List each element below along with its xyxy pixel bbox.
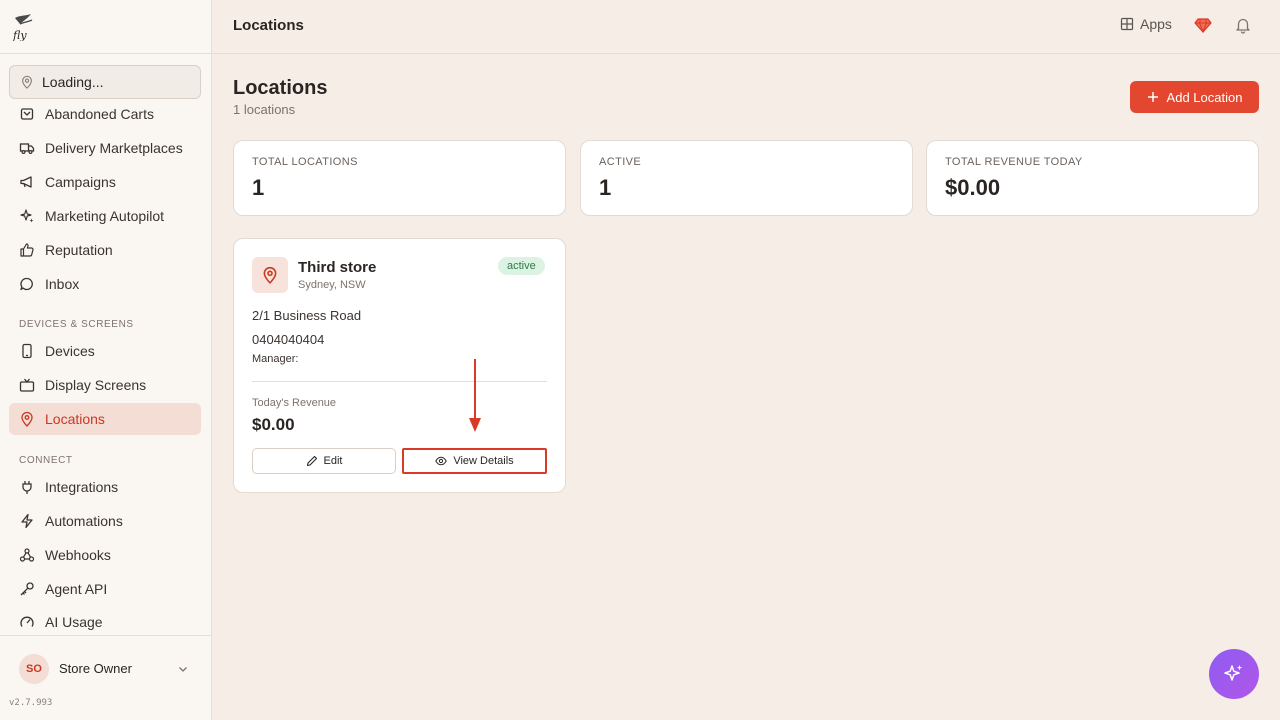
app-version: v2.7.993 bbox=[9, 698, 53, 708]
stat-value: 1 bbox=[252, 175, 265, 200]
page-title: Locations bbox=[233, 77, 328, 99]
sidebar-item-label: Delivery Marketplaces bbox=[45, 140, 183, 156]
sidebar-item-label: Devices bbox=[45, 343, 95, 359]
page-header-title: Locations bbox=[233, 17, 304, 34]
sidebar-item-label: Inbox bbox=[45, 276, 80, 292]
stat-card-total-locations: TOTAL LOCATIONS 1 bbox=[233, 140, 566, 216]
sidebar-item-agent-api[interactable]: Agent API bbox=[9, 573, 201, 605]
stat-label: TOTAL LOCATIONS bbox=[252, 156, 358, 168]
gauge-icon bbox=[20, 616, 34, 627]
avatar: SO bbox=[19, 654, 49, 684]
stat-card-total-revenue: TOTAL REVENUE TODAY $0.00 bbox=[926, 140, 1259, 216]
location-selector[interactable]: Loading... bbox=[9, 65, 201, 99]
map-pin-icon bbox=[22, 75, 32, 89]
eye-icon bbox=[435, 456, 448, 466]
stat-label: TOTAL REVENUE TODAY bbox=[945, 156, 1083, 168]
edit-label: Edit bbox=[323, 455, 343, 467]
sidebar-item-campaigns[interactable]: Campaigns bbox=[9, 166, 201, 198]
grid-icon bbox=[1120, 17, 1134, 31]
bolt-icon bbox=[21, 513, 33, 529]
store-phone: 0404040404 bbox=[252, 332, 325, 347]
sidebar-item-delivery-marketplaces[interactable]: Delivery Marketplaces bbox=[9, 132, 201, 164]
user-menu[interactable]: SO Store Owner v2.7.993 bbox=[0, 635, 211, 720]
ai-assistant-button[interactable] bbox=[1209, 649, 1259, 699]
sidebar-item-automations[interactable]: Automations bbox=[9, 505, 201, 537]
sidebar-item-integrations[interactable]: Integrations bbox=[9, 471, 201, 503]
sidebar-item-label: Abandoned Carts bbox=[45, 106, 154, 122]
store-name: Third store bbox=[298, 259, 377, 276]
cart-icon bbox=[20, 108, 34, 120]
location-selector-label: Loading... bbox=[42, 74, 104, 90]
plug-icon bbox=[22, 481, 32, 494]
location-pin-badge bbox=[252, 257, 288, 293]
phone-icon bbox=[22, 343, 32, 359]
svg-text:fly: fly bbox=[12, 29, 27, 41]
tv-icon bbox=[19, 378, 35, 392]
stat-card-active: ACTIVE 1 bbox=[580, 140, 913, 216]
chat-icon bbox=[20, 277, 33, 291]
user-name: Store Owner bbox=[59, 661, 132, 676]
sidebar-item-label: Reputation bbox=[45, 242, 113, 258]
sidebar-item-abandoned-carts[interactable]: Abandoned Carts bbox=[9, 98, 201, 130]
status-badge: active bbox=[498, 257, 545, 275]
key-icon bbox=[20, 582, 34, 596]
add-location-button[interactable]: Add Location bbox=[1130, 81, 1259, 113]
add-location-label: Add Location bbox=[1166, 89, 1243, 105]
sidebar-item-marketing-autopilot[interactable]: Marketing Autopilot bbox=[9, 200, 201, 232]
sidebar-item-label: Automations bbox=[45, 513, 123, 529]
map-pin-icon bbox=[263, 266, 277, 284]
fly-logo-icon[interactable]: fly bbox=[12, 13, 34, 41]
page-subtitle: 1 locations bbox=[233, 102, 296, 117]
location-card: Third store Sydney, NSW active 2/1 Busin… bbox=[233, 238, 566, 493]
sidebar-item-devices[interactable]: Devices bbox=[9, 335, 201, 367]
chevron-down-icon[interactable] bbox=[176, 662, 190, 676]
sidebar-item-label: Integrations bbox=[45, 479, 119, 495]
apps-button[interactable]: Apps bbox=[1120, 16, 1172, 32]
sidebar-item-ai-usage[interactable]: AI Usage bbox=[9, 606, 201, 638]
sidebar-item-locations[interactable]: Locations bbox=[9, 403, 201, 435]
sparkles-icon bbox=[1224, 665, 1243, 681]
apps-label: Apps bbox=[1140, 16, 1172, 32]
annotation-arrow-icon bbox=[469, 359, 481, 432]
map-pin-icon bbox=[21, 411, 33, 427]
webhook-icon bbox=[19, 548, 35, 562]
store-manager: Manager: bbox=[252, 353, 299, 365]
store-city: Sydney, NSW bbox=[298, 279, 366, 291]
sidebar-item-label: Agent API bbox=[45, 581, 108, 597]
sidebar-item-label: Campaigns bbox=[45, 174, 116, 190]
sidebar-item-label: Webhooks bbox=[45, 547, 111, 563]
plus-icon bbox=[1147, 92, 1158, 102]
sidebar: fly Loading... Abandoned Carts Delivery … bbox=[0, 0, 212, 720]
sidebar-item-label: Locations bbox=[45, 411, 105, 427]
top-bar: Locations Apps bbox=[212, 0, 1280, 54]
sidebar-item-inbox[interactable]: Inbox bbox=[9, 268, 201, 300]
megaphone-icon bbox=[20, 176, 32, 188]
gem-icon[interactable] bbox=[1194, 16, 1212, 34]
sidebar-item-label: Marketing Autopilot bbox=[45, 208, 165, 224]
sidebar-item-reputation[interactable]: Reputation bbox=[9, 234, 201, 266]
sidebar-item-label: Display Screens bbox=[45, 377, 147, 393]
stat-value: $0.00 bbox=[945, 175, 1001, 200]
sidebar-item-display-screens[interactable]: Display Screens bbox=[9, 369, 201, 401]
view-details-label: View Details bbox=[453, 455, 514, 467]
sidebar-item-webhooks[interactable]: Webhooks bbox=[9, 539, 201, 571]
section-connect: CONNECT bbox=[19, 455, 73, 466]
store-address: 2/1 Business Road bbox=[252, 308, 362, 323]
revenue-value: $0.00 bbox=[252, 415, 295, 434]
sidebar-item-label: AI Usage bbox=[45, 614, 103, 630]
revenue-label: Today's Revenue bbox=[252, 397, 337, 409]
stat-value: 1 bbox=[599, 175, 612, 200]
truck-icon bbox=[19, 143, 35, 155]
thumbs-up-icon bbox=[20, 243, 34, 257]
edit-button[interactable]: Edit bbox=[252, 448, 396, 474]
bell-icon[interactable] bbox=[1234, 16, 1252, 34]
card-divider bbox=[252, 381, 547, 382]
sparkles-icon bbox=[20, 209, 34, 223]
pencil-icon bbox=[306, 455, 317, 467]
section-devices-screens: DEVICES & SCREENS bbox=[19, 319, 134, 330]
logo-area: fly bbox=[0, 0, 211, 54]
stat-label: ACTIVE bbox=[599, 156, 642, 168]
view-details-button[interactable]: View Details bbox=[402, 448, 547, 474]
